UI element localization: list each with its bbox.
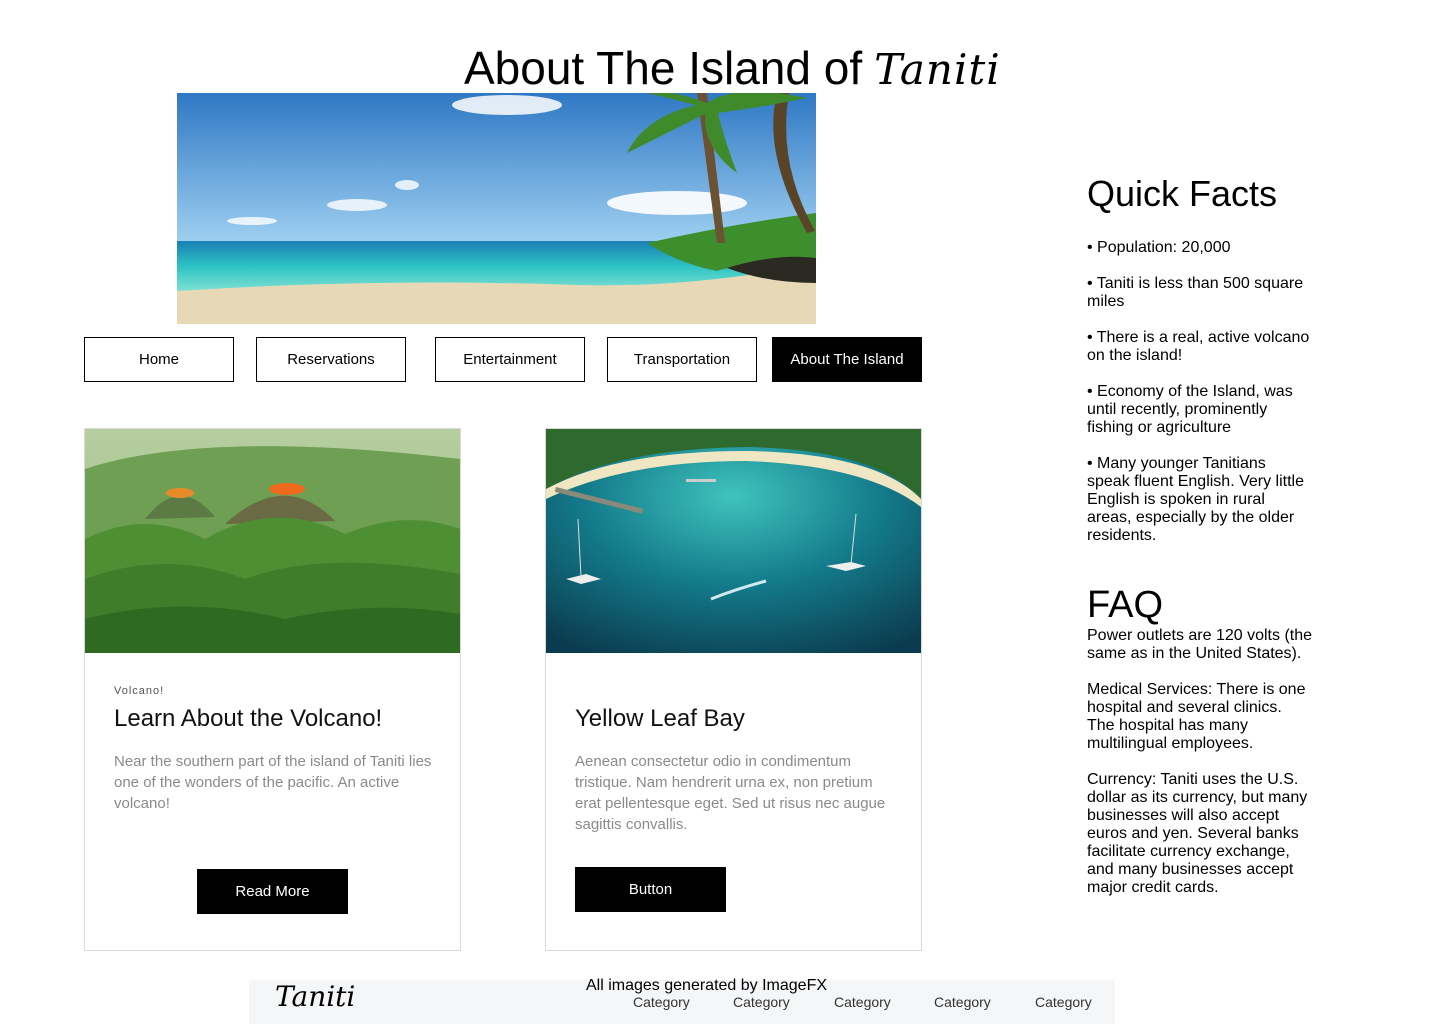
quick-facts-list: • Population: 20,000 • Taniti is less th… (1087, 239, 1312, 563)
faq-item: Power outlets are 120 volts (the same as… (1087, 627, 1313, 662)
quick-fact-item: • Many younger Tanitians speak fluent En… (1087, 455, 1305, 544)
bay-image (546, 429, 921, 653)
quick-fact-item: • There is a real, active volcano on the… (1087, 329, 1310, 364)
footer-category-link[interactable]: Category (934, 994, 991, 1010)
footer: Taniti All images generated by ImageFX C… (249, 977, 1115, 1024)
faq-heading: FAQ (1087, 584, 1164, 626)
quick-facts-heading: Quick Facts (1087, 173, 1278, 214)
quick-fact-item: • Economy of the Island, was until recen… (1087, 383, 1293, 436)
card-title: Yellow Leaf Bay (575, 705, 745, 732)
card-yellow-leaf-bay: Yellow Leaf Bay Aenean consectetur odio … (545, 428, 922, 951)
quick-fact-item: • Taniti is less than 500 square miles (1087, 275, 1304, 310)
page-title: About The Island of Taniti (464, 40, 1001, 96)
volcano-image (85, 429, 460, 653)
page-title-script-word: Taniti (874, 45, 1001, 94)
hero-beach-image (177, 93, 816, 324)
footer-category-link[interactable]: Category (834, 994, 891, 1010)
card-tag: Volcano! (114, 685, 165, 697)
card-volcano: Volcano! Learn About the Volcano! Near t… (84, 428, 461, 951)
nav-home[interactable]: Home (84, 337, 234, 382)
faq-item: Currency: Taniti uses the U.S. dollar as… (1087, 771, 1308, 896)
card-title: Learn About the Volcano! (114, 705, 383, 732)
nav-entertainment[interactable]: Entertainment (435, 337, 585, 382)
footer-category-link[interactable]: Category (733, 994, 790, 1010)
card-button[interactable]: Button (575, 867, 726, 912)
page: About The Island of Taniti Home Reservat… (0, 0, 1440, 1024)
read-more-button[interactable]: Read More (197, 869, 348, 914)
footer-image-credit: All images generated by ImageFX (586, 977, 828, 994)
page-title-text: About The Island of (464, 42, 863, 94)
card-description: Aenean consectetur odio in condimentum t… (575, 753, 886, 833)
quick-fact-item: • Population: 20,000 (1087, 239, 1231, 256)
faq-item: Medical Services: There is one hospital … (1087, 681, 1306, 752)
faq-list: Power outlets are 120 volts (the same as… (1087, 627, 1312, 915)
footer-category-link[interactable]: Category (1035, 994, 1092, 1010)
footer-category-link[interactable]: Category (633, 994, 690, 1010)
footer-logo[interactable]: Taniti (275, 980, 355, 1024)
nav-about-the-island[interactable]: About The Island (772, 337, 922, 382)
nav-transportation[interactable]: Transportation (607, 337, 757, 382)
card-description: Near the southern part of the island of … (114, 753, 432, 812)
nav-reservations[interactable]: Reservations (256, 337, 406, 382)
